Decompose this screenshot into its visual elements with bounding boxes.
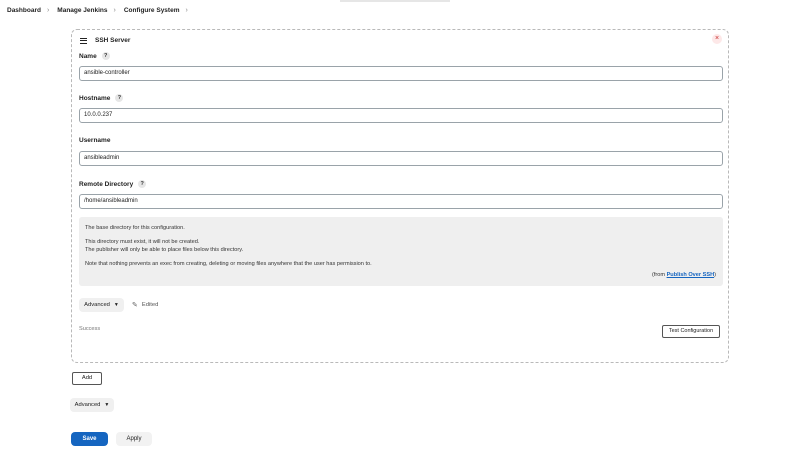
chevron-right-icon[interactable]: › <box>185 7 187 14</box>
global-advanced-button[interactable]: Advanced ▼ <box>70 398 114 412</box>
username-input[interactable]: ansibleadmin <box>79 151 723 166</box>
advanced-label: Advanced <box>84 302 110 308</box>
remote-directory-help: The base directory for this configuratio… <box>79 217 723 286</box>
name-label: Name ? <box>79 52 110 60</box>
panel-header: SSH Server <box>80 36 130 45</box>
help-line: This directory must exist, it will not b… <box>85 239 200 245</box>
chevron-right-icon[interactable]: › <box>47 7 49 14</box>
hostname-label: Hostname ? <box>79 94 124 102</box>
breadcrumb: Dashboard › Manage Jenkins › Configure S… <box>0 0 800 20</box>
help-source: (from Publish Over SSH) <box>652 272 716 278</box>
username-label: Username <box>79 137 110 144</box>
pencil-icon: ✎ <box>132 302 138 309</box>
breadcrumb-manage-jenkins[interactable]: Manage Jenkins <box>57 7 107 14</box>
panel-title: SSH Server <box>95 37 131 44</box>
username-label-text: Username <box>79 137 111 144</box>
status-text: Success <box>79 326 101 332</box>
hostname-input[interactable]: 10.0.0.237 <box>79 108 723 123</box>
help-source-prefix: (from <box>651 272 667 278</box>
test-configuration-button[interactable]: Test Configuration <box>662 325 720 338</box>
remote-directory-input[interactable]: /home/ansibleadmin <box>79 194 723 209</box>
name-label-text: Name <box>79 52 97 60</box>
help-line: Note that nothing prevents an exec from … <box>85 261 372 267</box>
advanced-button[interactable]: Advanced ▼ <box>79 298 124 312</box>
global-advanced-label: Advanced <box>74 402 101 408</box>
ssh-server-panel: SSH Server × Name ? ansible-controller H… <box>71 29 729 363</box>
remote-directory-label: Remote Directory ? <box>79 180 147 188</box>
save-button[interactable]: Save <box>71 432 108 446</box>
help-source-suffix: ) <box>714 272 716 278</box>
drag-handle-icon[interactable] <box>80 36 87 45</box>
help-icon[interactable]: ? <box>138 180 147 188</box>
close-icon[interactable]: × <box>712 34 722 44</box>
hostname-label-text: Hostname <box>79 94 111 102</box>
chevron-right-icon[interactable]: › <box>114 7 116 14</box>
help-icon[interactable]: ? <box>101 52 110 60</box>
help-line: The base directory for this configuratio… <box>85 225 185 231</box>
remote-directory-label-text: Remote Directory <box>79 180 134 188</box>
chevron-down-icon: ▼ <box>113 302 119 308</box>
name-input[interactable]: ansible-controller <box>79 66 723 81</box>
edited-indicator: ✎ Edited <box>132 301 158 309</box>
help-icon[interactable]: ? <box>115 94 124 102</box>
breadcrumb-configure-system[interactable]: Configure System <box>124 7 180 14</box>
chevron-down-icon: ▼ <box>104 402 110 408</box>
add-button[interactable]: Add <box>72 372 102 385</box>
breadcrumb-dashboard[interactable]: Dashboard <box>7 7 41 14</box>
publish-over-ssh-link[interactable]: Publish Over SSH <box>667 272 715 278</box>
help-line: The publisher will only be able to place… <box>85 247 244 253</box>
edited-label: Edited <box>141 302 159 308</box>
apply-button[interactable]: Apply <box>116 432 152 446</box>
